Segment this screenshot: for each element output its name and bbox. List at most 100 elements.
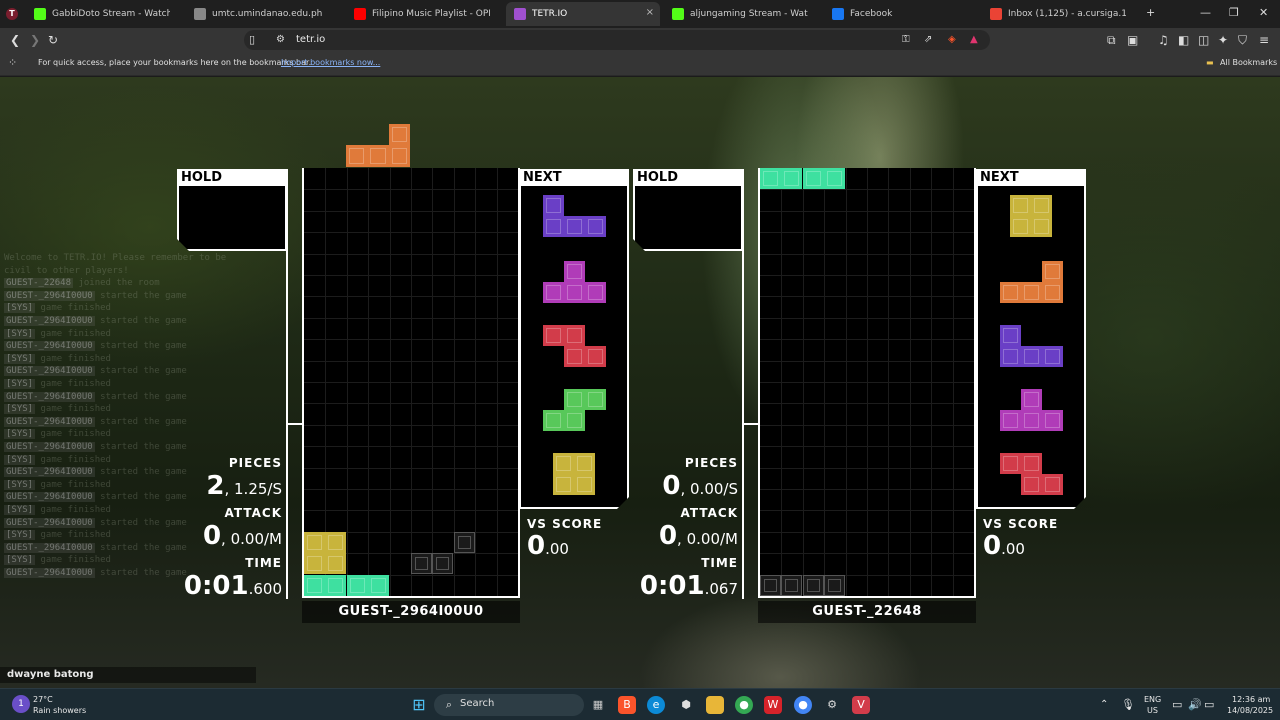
leo-ai-icon[interactable]: ✦ xyxy=(1218,33,1228,47)
mino-j xyxy=(1000,325,1021,346)
mino-j xyxy=(585,216,606,237)
clock-date[interactable]: 14/08/2025 xyxy=(1227,706,1273,715)
chat-username[interactable]: [SYS] xyxy=(4,353,36,364)
settings-icon[interactable]: ⚙ xyxy=(823,696,841,714)
wallet-icon[interactable]: ▣ xyxy=(1127,33,1138,47)
volume-icon[interactable]: 🔊 xyxy=(1188,698,1202,711)
browser-tab[interactable]: Inbox (1,125) - a.cursiga.142496.tc xyxy=(982,2,1136,26)
mino-l xyxy=(346,145,368,167)
browser-tab[interactable]: Facebook xyxy=(824,2,978,26)
brave-taskbar-icon[interactable]: B xyxy=(618,696,636,714)
brave-shield-icon[interactable]: ◈ xyxy=(948,33,956,47)
extensions-icon[interactable]: ⧉ xyxy=(1107,33,1116,47)
menu-icon[interactable]: ≡ xyxy=(1259,33,1269,47)
forward-icon[interactable]: ❯ xyxy=(30,33,40,47)
mino-t xyxy=(564,261,585,282)
chat-username[interactable]: [SYS] xyxy=(4,404,36,415)
task-view-icon[interactable]: ▦ xyxy=(589,696,607,714)
browser-tab[interactable]: TETR.IO × xyxy=(506,2,660,26)
chat-username[interactable]: GUEST-_2964I00U0 xyxy=(4,467,95,478)
wallet-panel-icon[interactable]: ◫ xyxy=(1198,33,1209,47)
browser-menu-icon[interactable]: T xyxy=(6,8,18,20)
mino-t xyxy=(1021,389,1042,410)
chat-username[interactable]: [SYS] xyxy=(4,379,36,389)
music-icon[interactable]: ♫ xyxy=(1158,33,1169,47)
chat-input[interactable]: dwayne batong xyxy=(0,667,256,683)
start-icon[interactable]: ⊞ xyxy=(410,696,428,714)
display-icon[interactable]: ▭ xyxy=(1172,698,1182,711)
chat-username[interactable]: GUEST-_2964I00U0 xyxy=(4,416,95,427)
share-icon[interactable]: ⇗ xyxy=(924,33,932,47)
chat-message: civil to other players! xyxy=(4,265,129,276)
sidebar-icon[interactable]: ◧ xyxy=(1178,33,1189,47)
chat-username[interactable]: GUEST-_2964I00U0 xyxy=(4,517,95,528)
chat-username[interactable]: GUEST-_2964I00U0 xyxy=(4,290,95,301)
bookmark-icon[interactable]: ▯ xyxy=(249,33,255,47)
import-bookmarks-link[interactable]: Import bookmarks now... xyxy=(281,58,380,67)
edge-icon[interactable]: e xyxy=(647,696,665,714)
new-tab-button[interactable]: + xyxy=(1146,6,1155,19)
chat-username[interactable]: [SYS] xyxy=(4,505,36,515)
browser-tab[interactable]: Filipino Music Playlist - OPM Tre xyxy=(346,2,500,26)
globe-icon xyxy=(194,8,206,20)
weather-temp[interactable]: 27°C xyxy=(33,695,53,704)
chat-username[interactable]: [SYS] xyxy=(4,555,36,566)
chat-username[interactable]: GUEST-_2964I00U0 xyxy=(4,492,95,503)
chat-username[interactable]: [SYS] xyxy=(4,530,36,541)
chat-username[interactable]: [SYS] xyxy=(4,479,36,490)
chat-username[interactable]: [SYS] xyxy=(4,328,36,339)
tab-close-icon[interactable]: × xyxy=(646,7,654,18)
minimize-button[interactable]: — xyxy=(1200,6,1211,19)
all-bookmarks-button[interactable]: All Bookmarks xyxy=(1220,58,1277,67)
reload-icon[interactable]: ↻ xyxy=(48,33,58,47)
grid-line xyxy=(760,317,974,319)
chat-username[interactable]: GUEST-_22648 xyxy=(4,278,74,289)
clock-time[interactable]: 12:36 am xyxy=(1232,695,1270,704)
weather-desc[interactable]: Rain showers xyxy=(33,706,86,715)
address-bar[interactable]: ▯ ⚙ tetr.io ⚿ ⇗ ◈ ▲ xyxy=(244,30,990,50)
chat-username[interactable]: [SYS] xyxy=(4,429,36,440)
key-icon[interactable]: ⚿ xyxy=(902,33,910,47)
chrome-profile-icon[interactable]: ● xyxy=(794,696,812,714)
file-explorer-icon[interactable] xyxy=(706,696,724,714)
brave-rewards-icon[interactable]: ▲ xyxy=(970,33,978,47)
browser-tab[interactable]: GabbiDoto Stream - Watch Live on xyxy=(26,2,180,26)
apps-grid-icon[interactable]: ⁘ xyxy=(8,56,17,70)
browser-tab[interactable]: umtc.umindanao.edu.ph xyxy=(186,2,340,26)
chat-username[interactable]: [SYS] xyxy=(4,303,36,314)
grid-line xyxy=(304,510,518,512)
back-icon[interactable]: ❮ xyxy=(10,33,20,47)
grid-line xyxy=(760,360,974,362)
chat-username[interactable]: GUEST-_2964I00U0 xyxy=(4,442,95,452)
tray-chevron-icon[interactable]: ⌃ xyxy=(1100,699,1108,710)
mino-o xyxy=(1031,216,1052,237)
mino-t xyxy=(1042,410,1063,431)
chat-username[interactable]: [SYS] xyxy=(4,454,36,465)
chat-username[interactable]: GUEST-_2964I00U0 xyxy=(4,391,95,402)
lang-2[interactable]: US xyxy=(1147,706,1158,715)
browser-toolbar: ❮ ❯ ↻ ▯ ⚙ tetr.io ⚿ ⇗ ◈ ▲ ⧉ ▣ ♫ ◧ ◫ ✦ ⛉ … xyxy=(0,28,1280,52)
chat-username[interactable]: GUEST-_2964I00U0 xyxy=(4,341,95,352)
wps-icon[interactable]: W xyxy=(764,696,782,714)
chat-username[interactable]: GUEST-_2964I00U0 xyxy=(4,568,95,578)
mic-icon[interactable]: 🎙 xyxy=(1121,698,1135,711)
app-hex-icon[interactable]: ⬢ xyxy=(677,696,695,714)
url-text[interactable]: tetr.io xyxy=(296,34,325,45)
app-red-icon[interactable]: V xyxy=(852,696,870,714)
chat-username[interactable]: GUEST-_2964I00U0 xyxy=(4,316,95,326)
battery-icon[interactable]: ▭ xyxy=(1204,698,1214,711)
chat-username[interactable]: GUEST-_2964I00U0 xyxy=(4,542,95,553)
chat-username[interactable]: GUEST-_2964I00U0 xyxy=(4,366,95,377)
maximize-button[interactable]: ❐ xyxy=(1229,6,1239,19)
lang-1[interactable]: ENG xyxy=(1144,695,1161,704)
close-window-button[interactable]: ✕ xyxy=(1259,6,1268,19)
board-cell xyxy=(325,574,347,596)
vpn-icon[interactable]: ⛉ xyxy=(1238,33,1247,47)
chrome-icon[interactable]: ● xyxy=(735,696,753,714)
mino-o xyxy=(1010,216,1031,237)
weather-icon[interactable]: 1 xyxy=(12,695,30,713)
vs-score-label: VS SCORE xyxy=(527,517,603,531)
taskbar-search[interactable]: ⌕ Search xyxy=(434,694,584,716)
browser-tab[interactable]: aljungaming Stream - Watch Live or xyxy=(664,2,818,26)
site-info-icon[interactable]: ⚙ xyxy=(276,33,285,47)
